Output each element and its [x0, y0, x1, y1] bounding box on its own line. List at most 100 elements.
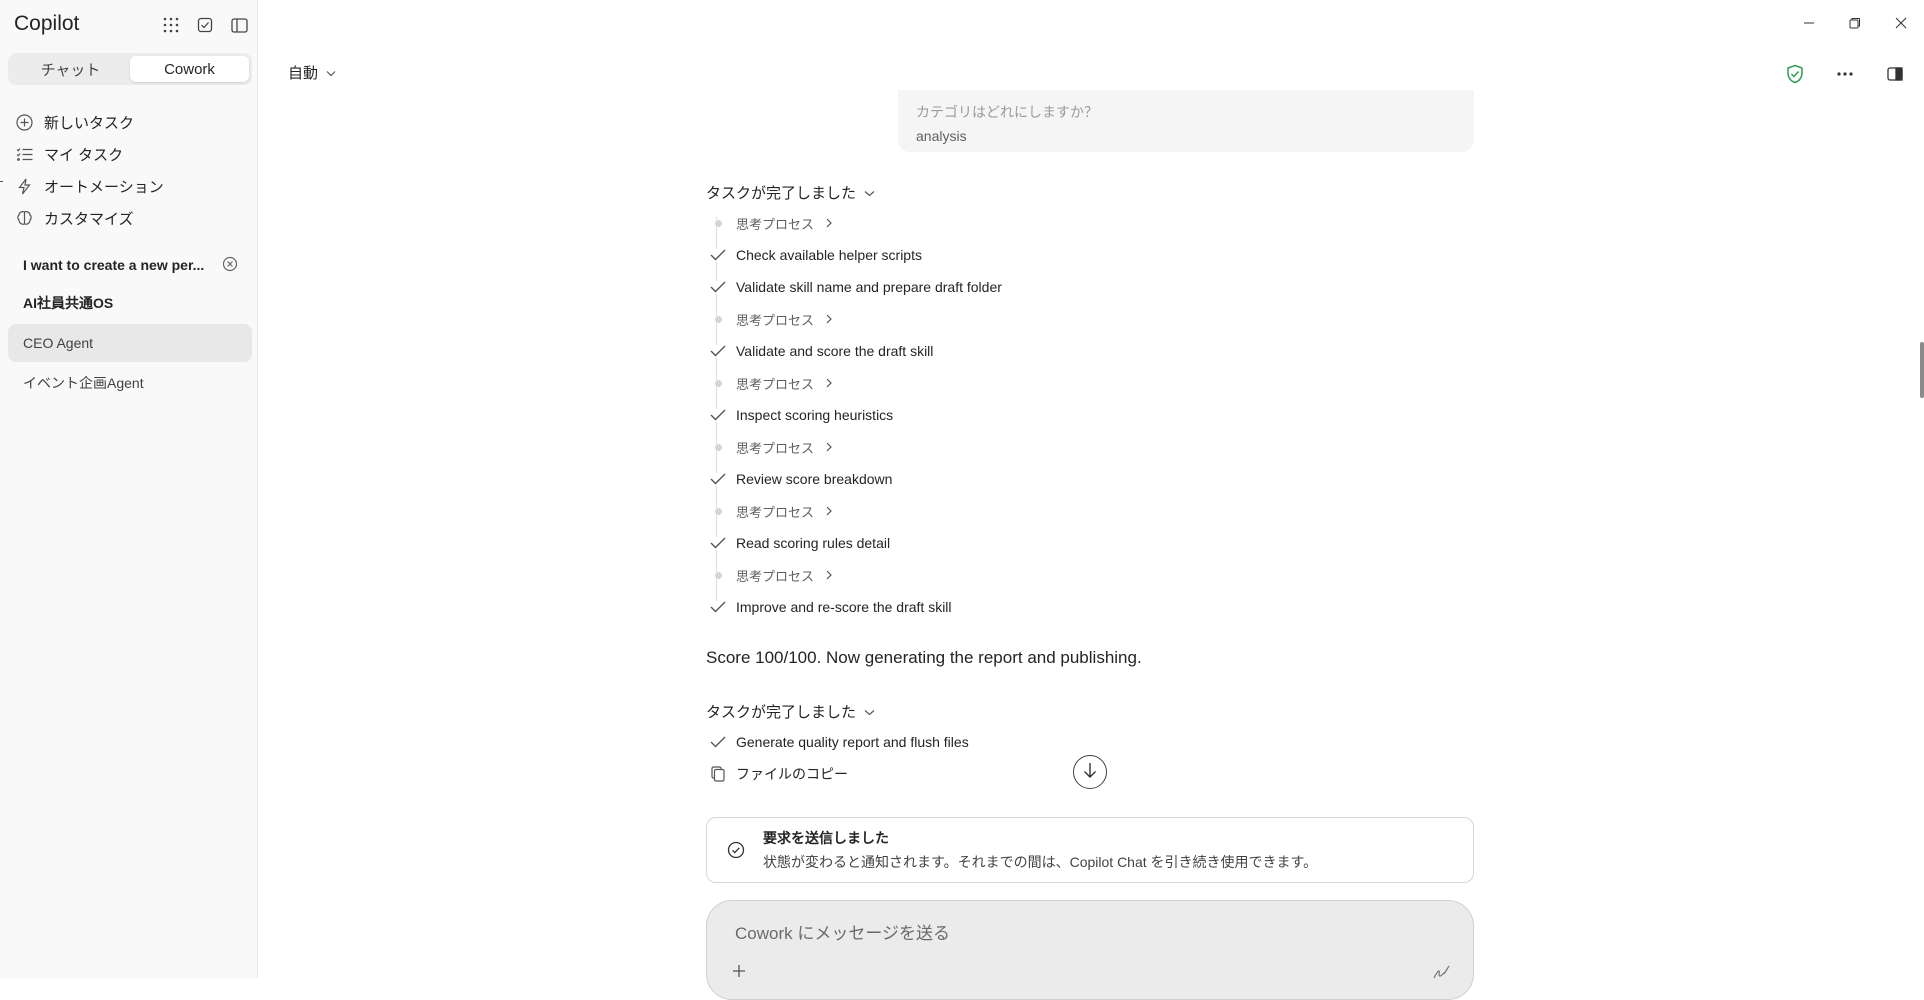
toolbar-right [1780, 62, 1910, 86]
tab-chat[interactable]: チャット [11, 56, 130, 82]
recent-item-ai-os[interactable]: AI社員共通OS [8, 286, 252, 320]
close-button[interactable] [1878, 0, 1924, 46]
checkmark-icon [706, 409, 730, 421]
nav-my-tasks[interactable]: マイ タスク [14, 138, 250, 170]
chevron-right-icon [826, 314, 832, 324]
message-composer [706, 900, 1474, 1000]
scroll-to-bottom-button[interactable] [1073, 755, 1107, 789]
step-done: Check available helper scripts [706, 239, 1126, 271]
chevron-down-icon [864, 703, 875, 720]
message-input[interactable] [733, 919, 1437, 949]
task-complete-header[interactable]: タスクが完了しました [706, 182, 875, 203]
step-done: Improve and re-score the draft skill [706, 591, 1126, 623]
tab-cowork[interactable]: Cowork [130, 56, 249, 82]
scrollbar[interactable] [1920, 342, 1924, 398]
nav-new-task[interactable]: 新しいタスク [14, 106, 250, 138]
mode-switch: チャット Cowork [8, 53, 252, 85]
thought-process[interactable]: 思考プロセス [706, 303, 1126, 335]
nav-customize[interactable]: カスタマイズ [14, 202, 250, 234]
score-message: Score 100/100. Now generating the report… [706, 648, 1142, 667]
step-done: Read scoring rules detail [706, 527, 1126, 559]
step-label: ファイルのコピー [736, 766, 848, 782]
thought-process-label: 思考プロセス [736, 568, 815, 584]
thought-process[interactable]: 思考プロセス [706, 367, 1126, 399]
task-complete-header[interactable]: タスクが完了しました [706, 701, 875, 722]
plus-circle-icon [14, 112, 34, 132]
task-check-icon[interactable] [194, 14, 216, 36]
checkmark-icon [706, 345, 730, 357]
task-steps: 思考プロセス Check available helper scripts Va… [706, 207, 1126, 623]
recent-item-new-per[interactable]: I want to create a new per... [8, 248, 252, 282]
step-label: Inspect scoring heuristics [736, 407, 894, 423]
check-circle-icon [725, 839, 747, 861]
thought-process[interactable]: 思考プロセス [706, 431, 1126, 463]
recent-list: I want to create a new per... AI社員共通OS C… [8, 248, 252, 404]
thought-process[interactable]: 思考プロセス [706, 207, 1126, 239]
dot-icon [706, 507, 730, 515]
step-done: Inspect scoring heuristics [706, 399, 1126, 431]
dot-icon [706, 219, 730, 227]
notice-title: 要求を送信しました [763, 830, 889, 846]
step-label: Check available helper scripts [736, 247, 922, 263]
dot-icon [706, 315, 730, 323]
step-done: Validate and score the draft skill [706, 335, 1126, 367]
app-title: Copilot [14, 12, 80, 35]
checkmark-icon [706, 537, 730, 549]
resize-handle[interactable] [0, 181, 3, 182]
recent-item-label: I want to create a new per... [23, 257, 205, 273]
chevron-right-icon [826, 442, 832, 452]
minimize-button[interactable] [1786, 0, 1832, 46]
nav-my-tasks-label: マイ タスク [44, 146, 124, 164]
restore-button[interactable] [1832, 0, 1878, 46]
shield-check-icon[interactable] [1780, 62, 1810, 86]
recent-item-label: イベント企画Agent [23, 375, 144, 391]
chevron-down-icon [326, 64, 336, 81]
nav-customize-label: カスタマイズ [44, 210, 134, 228]
recent-item-event-agent[interactable]: イベント企画Agent [8, 366, 252, 400]
model-selector[interactable]: 自動 [288, 62, 336, 83]
thought-process-label: 思考プロセス [736, 312, 815, 328]
thought-process[interactable]: 思考プロセス [706, 495, 1126, 527]
nav-automation-label: オートメーション [44, 178, 164, 196]
lightning-icon [14, 176, 34, 196]
dot-icon [706, 443, 730, 451]
recent-item-label: AI社員共通OS [23, 295, 114, 311]
sidebar-nav: 新しいタスク マイ タスク オートメーション カスタマイズ [14, 106, 250, 234]
previous-question: カテゴリはどれにしますか？ [916, 104, 1098, 120]
sidebar-top-icons [160, 14, 250, 36]
task-complete-label: タスクが完了しました [706, 185, 857, 202]
copy-icon [706, 766, 730, 782]
arrow-down-icon [1083, 762, 1097, 783]
step-label: Validate and score the draft skill [736, 343, 934, 359]
step-label: Review score breakdown [736, 471, 893, 487]
add-attachment-icon[interactable] [729, 961, 749, 981]
chevron-right-icon [826, 570, 832, 580]
more-options-icon[interactable] [1830, 62, 1860, 86]
checkmark-icon [706, 736, 730, 748]
checkmark-icon [706, 281, 730, 293]
chevron-right-icon [826, 378, 832, 388]
step-file-copy: ファイルのコピー [706, 758, 1126, 790]
recent-item-ceo-agent[interactable]: CEO Agent [8, 324, 252, 362]
stop-circle-icon[interactable] [222, 256, 238, 275]
brain-icon [14, 208, 34, 228]
step-done: Review score breakdown [706, 463, 1126, 495]
sidebar-toggle-icon[interactable] [228, 14, 250, 36]
model-selector-label: 自動 [288, 65, 319, 82]
task-steps: Generate quality report and flush files … [706, 726, 1126, 790]
request-sent-notice: 要求を送信しました 状態が変わると通知されます。それまでの間は、Copilot … [706, 817, 1474, 883]
task-complete-label: タスクが完了しました [706, 704, 857, 721]
apps-grid-icon[interactable] [160, 14, 182, 36]
thought-process[interactable]: 思考プロセス [706, 559, 1126, 591]
dot-icon [706, 571, 730, 579]
task-list-icon [14, 144, 34, 164]
pen-icon[interactable] [1431, 961, 1453, 983]
checkmark-icon [706, 249, 730, 261]
previous-answer: analysis [916, 128, 967, 144]
dot-icon [706, 379, 730, 387]
nav-automation[interactable]: オートメーション [14, 170, 250, 202]
sidebar: Copilot チャット Cowork 新しいタスク マイ タスク オートメーシ… [0, 0, 258, 978]
step-label: Validate skill name and prepare draft fo… [736, 279, 1002, 295]
side-panel-icon[interactable] [1880, 62, 1910, 86]
step-done: Generate quality report and flush files [706, 726, 1126, 758]
